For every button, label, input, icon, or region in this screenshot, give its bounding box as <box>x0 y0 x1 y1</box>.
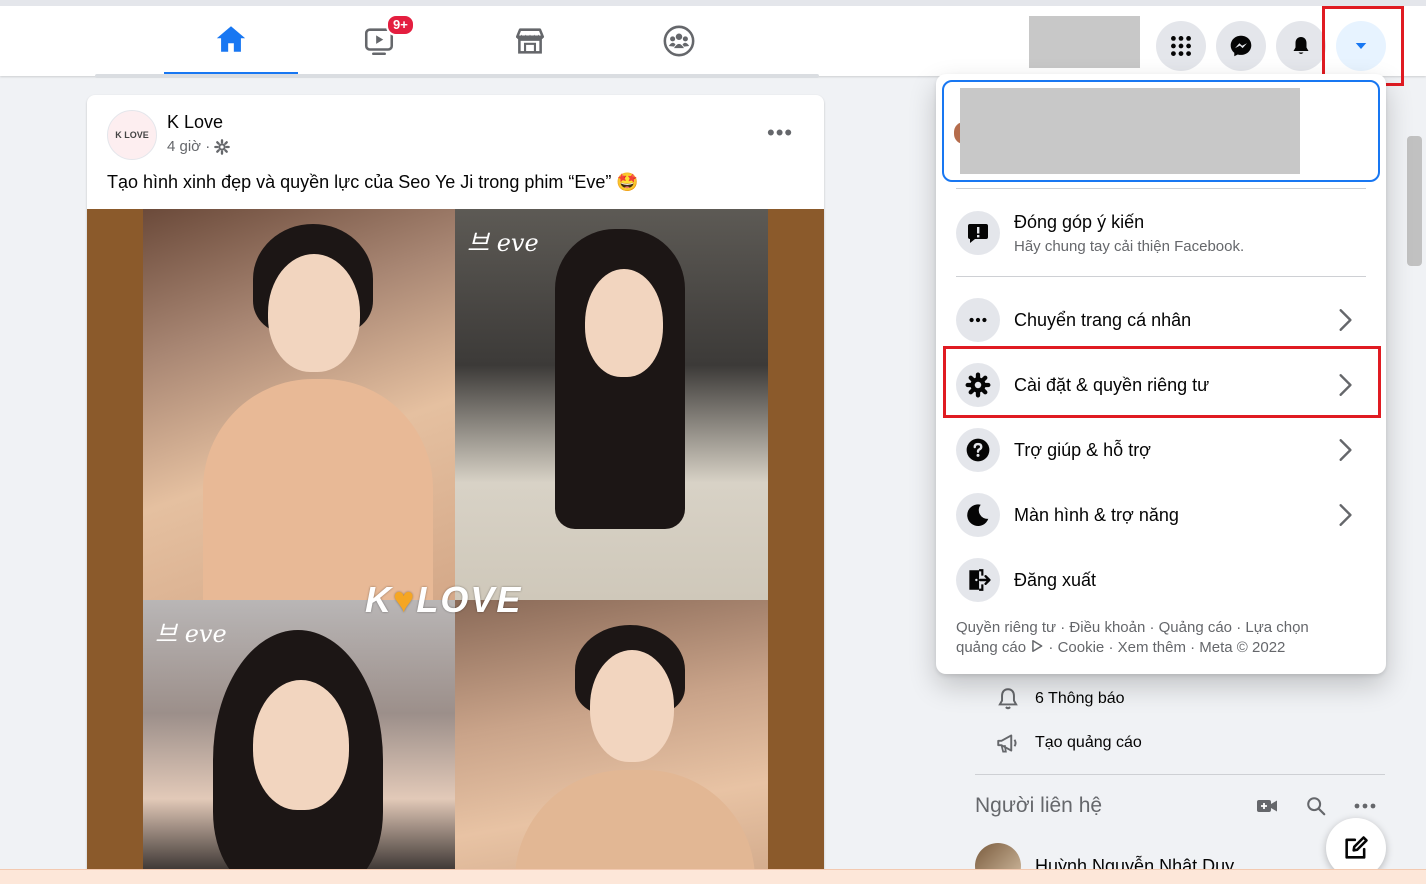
right-column-divider <box>975 774 1385 775</box>
bell-outline-icon <box>998 688 1018 710</box>
show-logo-2: 브 eve <box>155 620 227 648</box>
chevron-right-icon <box>1339 374 1352 396</box>
post-photo-collage[interactable]: 브 eve 브 eve K♥LOVE <box>87 209 824 884</box>
show-logo: 브 eve <box>467 229 539 257</box>
menu-item-feedback-sub: Hãy chung tay cải thiện Facebook. <box>1014 237 1245 255</box>
profile-card[interactable] <box>942 80 1380 182</box>
post-author-avatar[interactable]: K LOVE <box>107 110 157 160</box>
menu-item-feedback[interactable]: Đóng góp ý kiến Hãy chung tay cải thiện … <box>944 200 1378 266</box>
menu-item-switch-profile-label: Chuyển trang cá nhân <box>1014 309 1192 330</box>
notifications-shortcut[interactable]: 6 Thông báo <box>995 686 1125 712</box>
post-caption: Tạo hình xinh đẹp và quyền lực của Seo Y… <box>107 172 639 192</box>
menu-item-display-accessibility-label: Màn hình & trợ năng <box>1014 504 1179 525</box>
nav-tab-groups[interactable] <box>612 6 746 76</box>
post-timestamp-row: 4 giờ · <box>167 138 231 155</box>
notifications-shortcut-label: 6 Thông báo <box>1035 690 1125 707</box>
profile-redacted <box>960 88 1300 174</box>
ad-choices-icon <box>1032 639 1043 653</box>
contacts-actions <box>1255 794 1377 818</box>
compose-icon <box>1345 836 1368 859</box>
post-author-name[interactable]: K Love <box>167 112 223 133</box>
avatar-logo-text: K LOVE <box>115 130 149 140</box>
audience-settings-icon <box>214 138 231 155</box>
account-dropdown-menu: Đóng góp ý kiến Hãy chung tay cải thiện … <box>936 74 1386 674</box>
messenger-icon <box>1230 35 1252 57</box>
moon-icon <box>956 493 1000 537</box>
feedback-icon <box>956 211 1000 255</box>
menu-footer-links[interactable]: Quyền riêng tư · Điều khoản · Quảng cáo … <box>956 618 1356 658</box>
menu-grid-button[interactable] <box>1156 21 1206 71</box>
menu-item-feedback-label: Đóng góp ý kiến <box>1014 211 1145 232</box>
watch-badge: 9+ <box>386 14 415 36</box>
menu-item-settings-privacy[interactable]: Cài đặt & quyền riêng tư <box>944 354 1378 416</box>
caret-down-icon <box>1355 43 1367 49</box>
feed-previous-post-edge <box>95 74 819 78</box>
store-icon <box>515 28 545 54</box>
collage-photo-1 <box>143 209 455 600</box>
nav-tab-marketplace[interactable] <box>463 6 597 76</box>
chevron-right-icon <box>1339 439 1352 461</box>
footer-line-2[interactable]: quảng cáo · Cookie · Xem thêm · Meta © 2… <box>956 638 1356 658</box>
menu-item-settings-privacy-label: Cài đặt & quyền riêng tư <box>1014 374 1210 395</box>
menu-item-logout-label: Đăng xuất <box>1014 569 1097 590</box>
search-redacted <box>1029 16 1140 68</box>
more-icon[interactable] <box>1353 794 1377 818</box>
menu-item-logout[interactable]: Đăng xuất <box>944 549 1378 611</box>
footer-ad-choices[interactable]: quảng cáo <box>956 639 1026 656</box>
page-scrollbar[interactable] <box>1407 136 1422 266</box>
collage-photo-3: 브 eve <box>143 600 455 884</box>
menu-item-help-support-label: Trợ giúp & hỗ trợ <box>1014 439 1151 460</box>
contacts-title: Người liên hệ <box>975 794 1103 817</box>
collage-photo-4 <box>455 600 768 884</box>
messenger-button[interactable] <box>1216 21 1266 71</box>
help-icon <box>956 428 1000 472</box>
account-menu-button[interactable] <box>1336 21 1386 71</box>
logout-icon <box>956 558 1000 602</box>
top-navigation-bar: 9+ <box>0 0 1426 76</box>
bell-icon <box>1293 37 1309 54</box>
create-ad-shortcut[interactable]: Tạo quảng cáo <box>995 730 1142 756</box>
menu-item-switch-profile[interactable]: Chuyển trang cá nhân <box>944 289 1378 351</box>
menu-grid-icon <box>1171 36 1191 56</box>
post-time[interactable]: 4 giờ · <box>167 138 210 155</box>
menu-item-help-support[interactable]: Trợ giúp & hỗ trợ <box>944 419 1378 481</box>
footer-line-1[interactable]: Quyền riêng tư · Điều khoản · Quảng cáo … <box>956 618 1356 638</box>
feed-post: K LOVE K Love 4 giờ · ••• Tạo hình xinh … <box>87 95 824 884</box>
klove-watermark: K♥LOVE <box>365 579 523 620</box>
menu-divider <box>956 276 1366 277</box>
collage-photo-2: 브 eve <box>455 209 768 600</box>
megaphone-icon <box>997 734 1017 753</box>
chevron-right-icon <box>1339 309 1352 331</box>
more-dots-icon <box>956 298 1000 342</box>
menu-item-display-accessibility[interactable]: Màn hình & trợ năng <box>944 484 1378 546</box>
search-icon[interactable] <box>1305 795 1327 817</box>
settings-gear-icon <box>956 363 1000 407</box>
nav-tab-watch[interactable]: 9+ <box>312 6 446 76</box>
new-room-icon[interactable] <box>1255 794 1279 818</box>
post-options-button[interactable]: ••• <box>767 120 793 146</box>
home-icon <box>216 26 246 52</box>
chevron-right-icon <box>1339 504 1352 526</box>
footer-rest[interactable]: · Cookie · Xem thêm · Meta © 2022 <box>1048 639 1285 656</box>
menu-divider <box>956 188 1366 189</box>
nav-tab-home[interactable] <box>164 6 298 76</box>
groups-icon <box>663 25 695 57</box>
notifications-button[interactable] <box>1276 21 1326 71</box>
create-ad-label: Tạo quảng cáo <box>1035 734 1142 751</box>
bottom-banner-edge <box>0 869 1426 884</box>
